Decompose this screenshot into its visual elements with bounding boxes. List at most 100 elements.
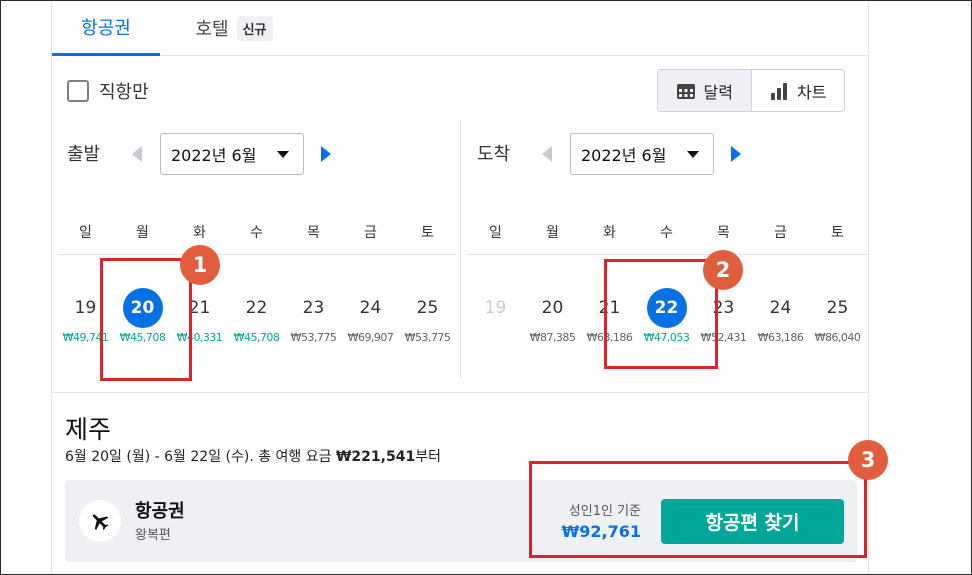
day-number: 24	[359, 298, 382, 318]
weekday-label: 토	[831, 225, 844, 241]
day-number: 19	[484, 298, 507, 318]
new-badge: 신규	[236, 15, 273, 41]
find-flights-button[interactable]: 항공편 찾기	[661, 499, 844, 544]
calendar-view-button[interactable]: 달력	[658, 70, 752, 111]
annotation-marker-1: 1	[180, 245, 220, 285]
calendar-day[interactable]: 21 ₩40,331	[171, 288, 228, 348]
calendar-day[interactable]: 19 ₩49,741	[57, 288, 114, 348]
departure-month-select[interactable]: 2022년 6월	[160, 133, 304, 175]
arrival-header: 도착 2022년 6월	[467, 133, 867, 175]
departure-next-month-icon[interactable]	[321, 146, 331, 162]
weekday-label: 토	[421, 225, 434, 241]
tab-bar: 항공권 호텔 신규	[52, 0, 868, 56]
weekday-label: 금	[774, 225, 787, 241]
calendar-day[interactable]: 23 ₩53,775	[285, 288, 342, 348]
day-number: 20	[541, 298, 564, 318]
trip-summary-dates: 6월 20일 (월) - 6월 22일 (수). 총 여행 요금	[65, 449, 336, 465]
weekday-label: 일	[79, 225, 92, 241]
result-title: 항공권	[135, 501, 185, 522]
day-number: 20	[122, 288, 163, 328]
arrival-label: 도착	[477, 144, 511, 165]
airplane-icon	[79, 500, 121, 542]
departure-header: 출발 2022년 6월	[57, 133, 457, 175]
calendar-day[interactable]: 23 ₩52,431	[695, 288, 752, 348]
arrival-weekdays: 일월화수목금토	[467, 222, 867, 242]
chevron-down-icon	[687, 151, 699, 158]
direct-only-label: 직항만	[99, 82, 149, 103]
day-number: 23	[712, 298, 735, 318]
weekday-label: 목	[717, 225, 730, 241]
calendar-day[interactable]: 25 ₩86,040	[809, 288, 866, 348]
weekday-label: 월	[136, 225, 149, 241]
bar-chart-icon	[771, 82, 788, 100]
weekday-label: 화	[603, 225, 616, 241]
calendar-day[interactable]: 22 ₩47,053	[638, 288, 695, 348]
result-price: ₩92,761	[561, 522, 641, 541]
view-toggle: 달력 차트	[657, 69, 845, 112]
arrival-prev-month-icon[interactable]	[542, 146, 552, 162]
calendar-day[interactable]: 25 ₩53,775	[399, 288, 456, 348]
chart-view-button[interactable]: 차트	[752, 70, 845, 111]
arrival-month-select[interactable]: 2022년 6월	[570, 133, 714, 175]
tab-flights-label: 항공권	[81, 17, 131, 39]
departure-prev-month-icon[interactable]	[132, 146, 142, 162]
calendar-day[interactable]: 24 ₩69,907	[342, 288, 399, 348]
day-number: 19	[74, 298, 97, 318]
day-number: 21	[598, 298, 621, 318]
day-number: 21	[188, 298, 211, 318]
annotation-marker-3: 3	[848, 440, 888, 480]
calendar-icon	[676, 83, 695, 99]
weekday-label: 화	[193, 225, 206, 241]
day-price: ₩53,775	[290, 331, 337, 344]
day-price: ₩45,708	[119, 331, 166, 344]
trip-summary-suffix: 부터	[415, 449, 441, 465]
flight-search-panel: 항공권 호텔 신규 직항만 달력 차트 출발 2022년 6월 일 월 화 수 …	[51, 0, 869, 575]
calendar-day[interactable]: 24 ₩63,186	[752, 288, 809, 348]
weekday-label: 수	[660, 225, 673, 241]
departure-weekdays: 일월화수목금토	[57, 222, 457, 242]
calendar-day[interactable]: 22 ₩45,708	[228, 288, 285, 348]
calendar-day[interactable]: 20 ₩45,708	[114, 288, 171, 348]
departure-weekday-divider	[57, 254, 457, 255]
departure-days: 19 ₩49,741 20 ₩45,708 21 ₩40,331 22 ₩45,708 23 ₩5…	[57, 288, 457, 348]
day-number: 22	[646, 288, 687, 328]
day-number: 22	[245, 298, 268, 318]
calendar-day[interactable]: 20 ₩87,385	[524, 288, 581, 348]
chart-view-label: 차트	[797, 82, 827, 102]
day-number: 25	[826, 298, 849, 318]
calendar-divider	[460, 120, 461, 378]
calendar-view-label: 달력	[703, 82, 733, 102]
section-divider	[52, 392, 868, 393]
day-number: 25	[416, 298, 439, 318]
departure-month-value: 2022년 6월	[171, 146, 257, 165]
day-price: ₩63,186	[757, 331, 804, 344]
calendar-day[interactable]: 21 ₩63,186	[581, 288, 638, 348]
arrival-days: 19 20 ₩87,385 21 ₩63,186 22 ₩47,053 23 ₩52,431 24…	[467, 288, 867, 348]
arrival-next-month-icon[interactable]	[731, 146, 741, 162]
trip-summary: 6월 20일 (월) - 6월 22일 (수). 총 여행 요금 ₩221,54…	[65, 446, 441, 466]
result-subtitle: 왕복편	[135, 528, 171, 543]
annotation-marker-2: 2	[703, 250, 743, 290]
chevron-down-icon	[277, 151, 289, 158]
trip-summary-total: ₩221,541	[335, 449, 416, 465]
direct-only-filter[interactable]: 직항만	[67, 78, 149, 104]
tab-flights[interactable]: 항공권	[52, 0, 160, 56]
day-price: ₩53,775	[404, 331, 451, 344]
departure-label: 출발	[67, 144, 101, 165]
day-price: ₩87,385	[529, 331, 576, 344]
tab-hotels-label: 호텔	[195, 19, 229, 40]
day-price: ₩63,186	[586, 331, 633, 344]
day-price: ₩52,431	[700, 331, 747, 344]
direct-only-checkbox[interactable]	[67, 80, 89, 102]
tab-hotels[interactable]: 호텔 신규	[186, 0, 282, 56]
day-price: ₩49,741	[62, 331, 109, 344]
weekday-label: 일	[489, 225, 502, 241]
price-note: 성인1인 기준	[568, 504, 641, 519]
day-price: ₩69,907	[347, 331, 394, 344]
day-price: ₩45,708	[233, 331, 280, 344]
calendar-day: 19	[467, 288, 524, 348]
weekday-label: 월	[546, 225, 559, 241]
arrival-weekday-divider	[467, 254, 867, 255]
destination-title: 제주	[65, 415, 112, 444]
weekday-label: 수	[250, 225, 263, 241]
